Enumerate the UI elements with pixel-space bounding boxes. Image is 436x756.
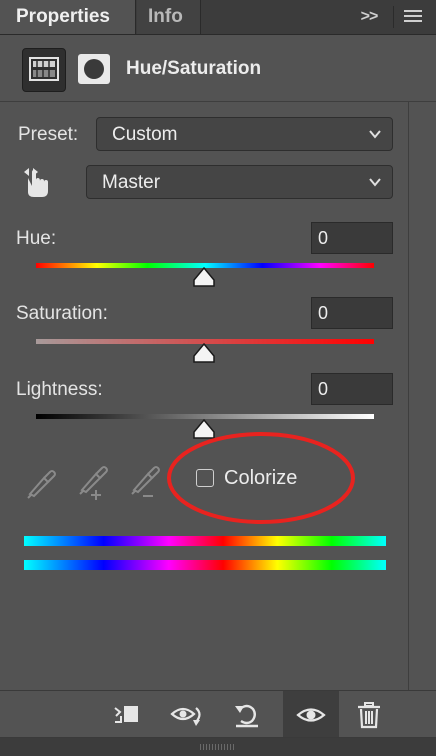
preset-dropdown[interactable]: Custom — [96, 117, 393, 151]
eyedropper-subtract-icon[interactable] — [128, 462, 162, 502]
tab-properties[interactable]: Properties — [0, 0, 136, 34]
input-spectrum-bar — [24, 536, 386, 546]
chevron-down-icon — [369, 130, 381, 139]
reset-icon[interactable] — [232, 700, 262, 730]
toggle-visibility-icon[interactable] — [296, 700, 326, 730]
saturation-value: 0 — [318, 303, 329, 323]
tab-divider — [393, 6, 394, 28]
lightness-input[interactable]: 0 — [311, 373, 393, 405]
output-spectrum-bar — [24, 560, 386, 570]
tab-info[interactable]: Info — [137, 0, 201, 34]
hue-input[interactable]: 0 — [311, 222, 393, 254]
lightness-value: 0 — [318, 379, 329, 399]
eyedropper-icon[interactable] — [24, 462, 58, 502]
channel-value: Master — [102, 172, 161, 193]
saturation-slider-thumb[interactable] — [191, 342, 217, 364]
hue-saturation-icon[interactable] — [22, 48, 66, 92]
preset-value: Custom — [112, 124, 178, 145]
hue-slider-thumb[interactable] — [191, 266, 217, 288]
delete-icon[interactable] — [354, 700, 384, 730]
view-previous-state-icon[interactable] — [170, 700, 208, 730]
hue-label: Hue: — [16, 228, 57, 249]
hue-value: 0 — [318, 228, 329, 248]
clip-to-layer-icon[interactable] — [112, 700, 142, 730]
panel-scroll-border — [408, 102, 409, 690]
targeted-adjustment-hand-icon[interactable] — [22, 164, 58, 200]
preset-label: Preset: — [18, 124, 79, 145]
channel-dropdown[interactable]: Master — [86, 165, 393, 199]
saturation-input[interactable]: 0 — [311, 297, 393, 329]
header-divider — [0, 101, 436, 102]
collapse-panel-button[interactable]: >> — [352, 0, 386, 34]
annotation-ellipse — [167, 432, 355, 524]
chevron-down-icon — [369, 178, 381, 187]
hamburger-icon[interactable] — [404, 10, 422, 24]
lightness-label: Lightness: — [16, 379, 103, 400]
eyedropper-add-icon[interactable] — [76, 462, 110, 502]
layer-mask-icon[interactable] — [78, 54, 110, 84]
resize-grip[interactable] — [200, 744, 236, 750]
saturation-label: Saturation: — [16, 303, 108, 324]
adjustment-title: Hue/Saturation — [126, 58, 262, 79]
